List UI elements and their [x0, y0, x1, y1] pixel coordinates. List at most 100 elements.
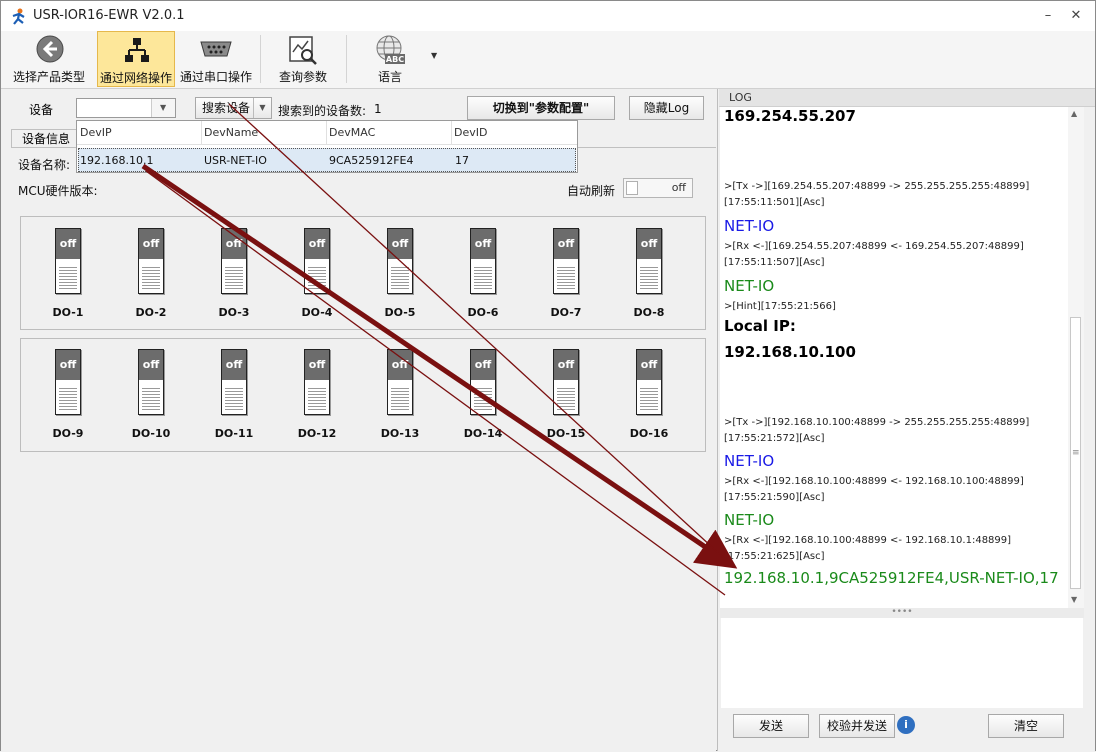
log-line: >[Tx ->][169.254.55.207:48899 -> 255.255…: [724, 181, 1030, 192]
output-switch-do-13[interactable]: off: [387, 349, 413, 415]
search-device-button[interactable]: 搜索设备 ▼: [195, 97, 272, 119]
language-dropdown-icon[interactable]: ▼: [431, 51, 437, 60]
query-params-button[interactable]: 查询参数: [265, 31, 341, 87]
select-product-label: 选择产品类型: [12, 70, 85, 84]
language-label: 语言: [377, 70, 402, 84]
output-switch-do-3[interactable]: off: [221, 228, 247, 294]
col-devip: DevIP: [80, 126, 112, 139]
switch-state: off: [471, 350, 495, 380]
output-label-do-7: DO-7: [550, 306, 582, 319]
output-label-do-9: DO-9: [52, 427, 84, 440]
output-switch-do-16[interactable]: off: [636, 349, 662, 415]
log-scrollbar[interactable]: ▲ ≡ ▼: [1068, 107, 1084, 608]
minimize-icon[interactable]: –: [1041, 9, 1055, 23]
device-combo[interactable]: ▼: [76, 98, 176, 118]
log-line: Local IP:: [724, 317, 796, 335]
switch-state: off: [637, 229, 661, 259]
log-line: >[Rx <-][192.168.10.100:48899 <- 192.168…: [724, 535, 1012, 546]
scroll-thumb[interactable]: ≡: [1070, 317, 1081, 589]
log-line: [17:55:11:507][Asc]: [724, 257, 825, 268]
switch-state: off: [222, 229, 246, 259]
output-label-do-11: DO-11: [214, 427, 254, 440]
output-label-do-8: DO-8: [633, 306, 665, 319]
output-switch-do-7[interactable]: off: [553, 228, 579, 294]
scroll-down-icon[interactable]: ▼: [1071, 595, 1077, 604]
output-label-do-16: DO-16: [629, 427, 669, 440]
language-button[interactable]: ABC 语言: [353, 31, 427, 87]
device-dropdown-list: DevIP DevName DevMAC DevID 192.168.10.1 …: [76, 120, 578, 173]
found-devices-count: 1: [374, 102, 382, 116]
log-line: 169.254.55.207: [724, 107, 856, 125]
output-label-do-13: DO-13: [380, 427, 420, 440]
output-group-2: [20, 338, 706, 452]
switch-to-config-button[interactable]: 切换到"参数配置": [467, 96, 615, 120]
output-label-do-2: DO-2: [135, 306, 167, 319]
query-params-label: 查询参数: [278, 70, 327, 84]
output-switch-do-15[interactable]: off: [553, 349, 579, 415]
log-line: 192.168.10.100: [724, 343, 856, 361]
log-line: NET-IO: [724, 511, 775, 529]
cell-devmac: 9CA525912FE4: [329, 154, 414, 167]
auto-refresh-state: off: [671, 181, 686, 194]
output-switch-do-6[interactable]: off: [470, 228, 496, 294]
cell-devid: 17: [455, 154, 469, 167]
scroll-up-icon[interactable]: ▲: [1071, 109, 1077, 118]
col-devname: DevName: [204, 126, 259, 139]
switch-state: off: [139, 350, 163, 380]
app-window: USR-IOR16-EWR V2.0.1 – ✕ 选择产品类型 通过网络操作 通…: [0, 0, 1096, 751]
log-line: >[Rx <-][169.254.55.207:48899 <- 169.254…: [724, 241, 1024, 252]
clear-button[interactable]: 清空: [988, 714, 1064, 738]
log-line: NET-IO: [724, 277, 775, 295]
output-switch-do-10[interactable]: off: [138, 349, 164, 415]
globe-abc-icon: ABC: [376, 35, 405, 64]
serial-operation-label: 通过串口操作: [179, 70, 252, 84]
close-icon[interactable]: ✕: [1069, 9, 1083, 23]
switch-state: off: [554, 229, 578, 259]
log-line: [17:55:11:501][Asc]: [724, 197, 825, 208]
serial-operation-button[interactable]: 通过串口操作: [177, 31, 255, 87]
mcu-version-label: MCU硬件版本:: [18, 184, 98, 198]
toolbar: 选择产品类型 通过网络操作 通过串口操作 查询参数 ABC 语言 ▼: [1, 31, 1095, 89]
hide-log-button[interactable]: 隐藏Log: [629, 96, 704, 120]
output-switch-do-5[interactable]: off: [387, 228, 413, 294]
log-line: >[Rx <-][192.168.10.100:48899 <- 192.168…: [724, 476, 1024, 487]
auto-refresh-toggle[interactable]: off: [623, 178, 693, 198]
output-group-1: [20, 216, 706, 330]
output-label-do-12: DO-12: [297, 427, 337, 440]
tab-device-info[interactable]: 设备信息: [11, 129, 81, 147]
switch-state: off: [305, 229, 329, 259]
log-output: 169.254.55.207 >[Tx ->][169.254.55.207:48…: [720, 107, 1084, 608]
output-switch-do-2[interactable]: off: [138, 228, 164, 294]
check-send-button[interactable]: 校验并发送: [819, 714, 895, 738]
switch-state: off: [222, 350, 246, 380]
send-input[interactable]: [721, 618, 1083, 708]
output-switch-do-8[interactable]: off: [636, 228, 662, 294]
output-switch-do-12[interactable]: off: [304, 349, 330, 415]
chevron-down-icon[interactable]: ▼: [151, 99, 175, 117]
log-line: NET-IO: [724, 452, 775, 470]
network-operation-button[interactable]: 通过网络操作: [97, 31, 175, 87]
output-label-do-10: DO-10: [131, 427, 171, 440]
back-arrow-icon: [36, 35, 64, 63]
query-chart-icon: [289, 36, 317, 65]
output-switch-do-1[interactable]: off: [55, 228, 81, 294]
select-product-button[interactable]: 选择产品类型: [9, 31, 89, 87]
switch-state: off: [388, 229, 412, 259]
log-line: >[Hint][17:55:21:566]: [724, 301, 836, 312]
table-row[interactable]: 192.168.10.1 USR-NET-IO 9CA525912FE4 17: [78, 148, 576, 172]
switch-state: off: [554, 350, 578, 380]
send-button[interactable]: 发送: [733, 714, 809, 738]
switch-state: off: [471, 229, 495, 259]
search-dropdown-icon[interactable]: ▼: [253, 98, 271, 118]
log-line: 192.168.10.1,9CA525912FE4,USR-NET-IO,17: [724, 569, 1059, 587]
app-logo-icon: [12, 8, 25, 25]
output-switch-do-14[interactable]: off: [470, 349, 496, 415]
device-label: 设备: [29, 103, 54, 117]
serial-port-icon: [200, 41, 232, 57]
output-switch-do-9[interactable]: off: [55, 349, 81, 415]
log-splitter[interactable]: ••••: [720, 608, 1084, 618]
output-switch-do-11[interactable]: off: [221, 349, 247, 415]
output-switch-do-4[interactable]: off: [304, 228, 330, 294]
switch-state: off: [139, 229, 163, 259]
info-icon[interactable]: i: [897, 716, 915, 734]
